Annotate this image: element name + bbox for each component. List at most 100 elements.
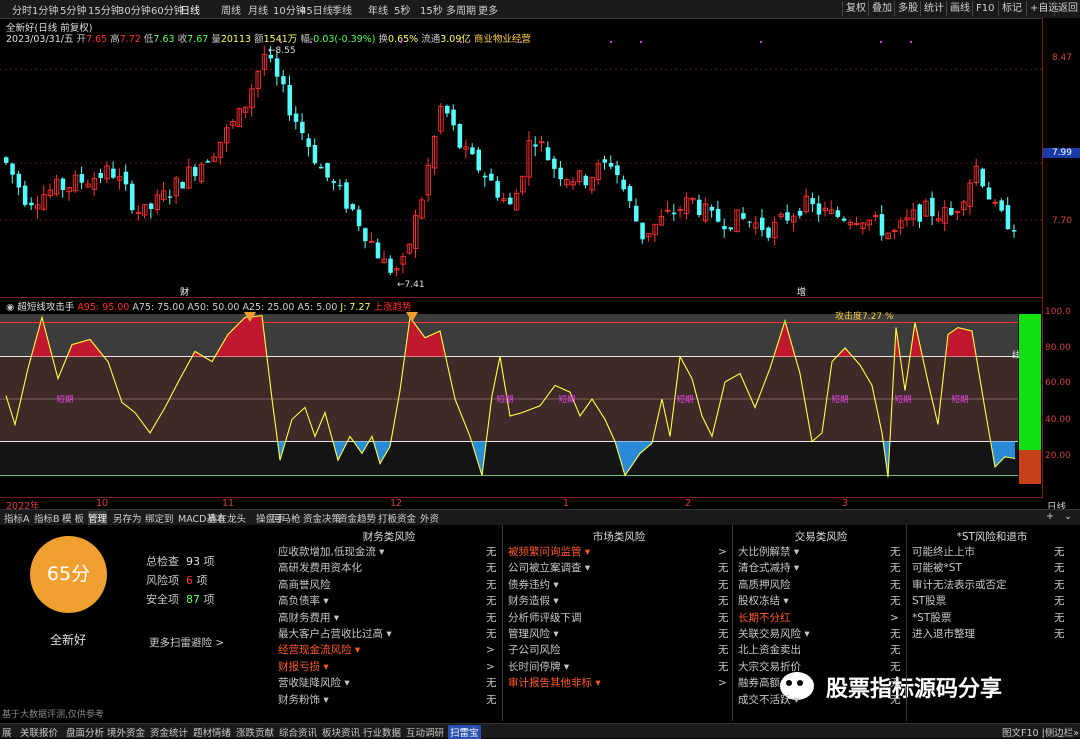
risk-item[interactable]: 北上资金卖出无 bbox=[738, 642, 904, 658]
timeframe-13[interactable]: 5秒 bbox=[394, 2, 410, 17]
indicator-tab-0[interactable]: 指标A bbox=[4, 511, 30, 525]
timeframe-3[interactable]: 15分钟 bbox=[88, 2, 121, 17]
candlestick-chart[interactable]: 全新好(日线 前复权) 2023/03/31/五 开7.65 高7.72 低7.… bbox=[0, 20, 1042, 297]
toolbar-btn-3[interactable]: 统计 bbox=[920, 1, 947, 16]
timeframe-16[interactable]: 更多 bbox=[478, 2, 498, 17]
candle-body bbox=[918, 204, 923, 221]
candle-body bbox=[477, 150, 482, 171]
indicator-tab-1[interactable]: 指标B bbox=[34, 511, 60, 525]
candle-body bbox=[388, 259, 393, 273]
risk-item[interactable]: 子公司风险无 bbox=[508, 642, 730, 658]
indicator-tab-2[interactable]: 模 板 bbox=[62, 511, 84, 525]
indicator-tab-11[interactable]: 资金趋势 bbox=[338, 511, 376, 525]
risk-item[interactable]: 最大客户占营收比过高 ▾ 无 bbox=[278, 626, 500, 642]
risk-item[interactable]: *ST股票无 bbox=[912, 610, 1072, 626]
risk-item[interactable]: 经营现金流风险 ▾> bbox=[278, 642, 500, 658]
timeframe-15[interactable]: 多周期 bbox=[446, 2, 476, 17]
timeframe-11[interactable]: 季线 bbox=[332, 2, 352, 17]
risk-item[interactable]: 管理风险 ▾无 bbox=[508, 626, 730, 642]
risk-item[interactable]: 高财务费用 ▾无 bbox=[278, 610, 500, 626]
indicator-tab-10[interactable]: 资金决策 bbox=[303, 511, 341, 525]
risk-item-label: 审计无法表示或否定 bbox=[912, 579, 1007, 591]
candle-body bbox=[111, 169, 116, 178]
risk-item[interactable]: 长期不分红> bbox=[738, 610, 904, 626]
risk-item[interactable]: 财务造假 ▾无 bbox=[508, 593, 730, 609]
timeframe-7[interactable]: 周线 bbox=[221, 2, 241, 17]
risk-item[interactable]: 公司被立案调查 ▾无 bbox=[508, 560, 730, 576]
candle-body bbox=[344, 182, 349, 208]
risk-column-title: 交易类风险 bbox=[738, 529, 904, 544]
candle-body bbox=[206, 161, 211, 163]
candle-body bbox=[306, 138, 311, 147]
indicator-tab-9[interactable]: 回马枪 bbox=[272, 511, 301, 525]
candle-body bbox=[716, 209, 721, 222]
indicator-tab-3[interactable]: 管理 bbox=[88, 511, 107, 525]
candle-body bbox=[376, 242, 381, 258]
risk-item[interactable]: 审计无法表示或否定无 bbox=[912, 577, 1072, 593]
score-value: 65分 bbox=[30, 536, 107, 613]
risk-item-value: 无 bbox=[718, 560, 729, 576]
risk-item[interactable]: 应收款增加,低现金流 ▾无 bbox=[278, 544, 500, 560]
more-scan-link[interactable]: 更多扫雷避险 > bbox=[149, 635, 224, 650]
risk-item[interactable]: 分析师评级下调无 bbox=[508, 610, 730, 626]
candle-body bbox=[710, 207, 715, 211]
timeframe-2[interactable]: 5分钟 bbox=[60, 2, 86, 17]
indicator-tab-13[interactable]: 外资 bbox=[420, 511, 439, 525]
risk-item[interactable]: 成交不活跃 ▾无 bbox=[738, 692, 904, 708]
candle-body bbox=[640, 223, 645, 240]
toolbar-btn-8[interactable]: 返回 bbox=[1054, 1, 1080, 16]
risk-item[interactable]: 可能被*ST无 bbox=[912, 560, 1072, 576]
risk-item[interactable]: 融券高额无 bbox=[738, 675, 904, 691]
risk-item[interactable]: 长时间停牌 ▾无 bbox=[508, 659, 730, 675]
tab-control-1[interactable]: ⌄ bbox=[1064, 511, 1072, 522]
risk-item[interactable]: 高商誉风险无 bbox=[278, 577, 500, 593]
risk-item[interactable]: 可能终止上市无 bbox=[912, 544, 1072, 560]
candle-body bbox=[313, 145, 318, 163]
risk-item[interactable]: 高研发费用资本化无 bbox=[278, 560, 500, 576]
indicator-tab-5[interactable]: 绑定到 bbox=[145, 511, 174, 525]
timeframe-6[interactable]: 日线 bbox=[180, 2, 200, 17]
risk-item[interactable]: 审计报告其他非标 ▾> bbox=[508, 675, 730, 691]
risk-item-label: 最大客户占营收比过高 ▾ bbox=[278, 628, 392, 640]
risk-item-value: 无 bbox=[486, 626, 497, 642]
toolbar-btn-4[interactable]: 画线 bbox=[946, 1, 973, 16]
timeframe-10[interactable]: 45日线 bbox=[300, 2, 333, 17]
risk-item[interactable]: 股权冻结 ▾无 bbox=[738, 593, 904, 609]
timeframe-0[interactable]: 分时 bbox=[12, 2, 32, 17]
signal-label: 短期 bbox=[951, 394, 968, 405]
indicator-tab-4[interactable]: 另存为 bbox=[113, 511, 142, 525]
risk-item[interactable]: 财务粉饰 ▾无 bbox=[278, 692, 500, 708]
indicator-tab-12[interactable]: 打板资金 bbox=[378, 511, 416, 525]
timeframe-14[interactable]: 15秒 bbox=[420, 2, 443, 17]
toolbar-btn-5[interactable]: F10 bbox=[972, 1, 997, 16]
timeframe-12[interactable]: 年线 bbox=[368, 2, 388, 17]
risk-item[interactable]: 关联交易风险 ▾无 bbox=[738, 626, 904, 642]
toolbar-btn-2[interactable]: 多股 bbox=[894, 1, 921, 16]
candle-body bbox=[288, 85, 293, 115]
timeframe-4[interactable]: 30分钟 bbox=[118, 2, 151, 17]
risk-item[interactable]: 营收陡降风险 ▾无 bbox=[278, 675, 500, 691]
timeframe-5[interactable]: 60分钟 bbox=[151, 2, 184, 17]
candle-body bbox=[766, 228, 771, 238]
risk-item[interactable]: 高质押风险无 bbox=[738, 577, 904, 593]
risk-item-value: > bbox=[718, 544, 727, 560]
risk-item[interactable]: 进入退市整理无 bbox=[912, 626, 1072, 642]
timeframe-1[interactable]: 1分钟 bbox=[32, 2, 58, 17]
candles-svg: ←8.55←7.41财增 bbox=[0, 20, 1042, 297]
risk-item[interactable]: 财报亏损 ▾> bbox=[278, 659, 500, 675]
toolbar-btn-1[interactable]: 叠加 bbox=[868, 1, 895, 16]
risk-item[interactable]: 清仓式减持 ▾无 bbox=[738, 560, 904, 576]
candle-body bbox=[180, 182, 185, 188]
toolbar-btn-0[interactable]: 复权 bbox=[842, 1, 869, 16]
risk-item[interactable]: 债券违约 ▾无 bbox=[508, 577, 730, 593]
toolbar-btn-6[interactable]: 标记 bbox=[998, 1, 1025, 16]
tab-control-0[interactable]: + bbox=[1046, 511, 1054, 522]
risk-item[interactable]: 高负债率 ▾无 bbox=[278, 593, 500, 609]
risk-item[interactable]: 被频繁问询监管 ▾> bbox=[508, 544, 730, 560]
indicator-tab-7[interactable]: 鑫在龙头 bbox=[208, 511, 246, 525]
risk-item[interactable]: 大宗交易折价无 bbox=[738, 659, 904, 675]
risk-item[interactable]: ST股票无 bbox=[912, 593, 1072, 609]
indicator-chart[interactable]: ◉ 超短线攻击手 A95: 95.00 A75: 75.00 A50: 50.0… bbox=[0, 299, 1042, 494]
timeframe-8[interactable]: 月线 bbox=[248, 2, 268, 17]
risk-item[interactable]: 大比例解禁 ▾无 bbox=[738, 544, 904, 560]
